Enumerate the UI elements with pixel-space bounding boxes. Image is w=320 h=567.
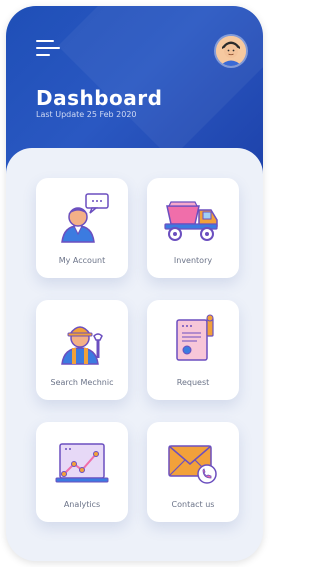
request-label: Request	[176, 378, 210, 387]
my-account-label: My Account	[58, 256, 106, 265]
last-update-text: Last Update 25 Feb 2020	[36, 110, 137, 119]
request-document-icon	[163, 314, 223, 366]
analytics-chart-icon	[52, 436, 112, 488]
inventory-label: Inventory	[173, 256, 213, 265]
search-mechanic-card[interactable]: Search Mechnic	[36, 300, 128, 400]
contact-us-card[interactable]: Contact us	[147, 422, 239, 522]
user-avatar-icon[interactable]	[216, 36, 246, 66]
analytics-label: Analytics	[63, 500, 101, 509]
search-mechanic-label: Search Mechnic	[50, 378, 114, 387]
inventory-card[interactable]: Inventory	[147, 178, 239, 278]
hamburger-menu-icon[interactable]	[36, 40, 60, 58]
my-account-card[interactable]: My Account	[36, 178, 128, 278]
analytics-card[interactable]: Analytics	[36, 422, 128, 522]
header-decoration	[57, 6, 263, 160]
mechanic-icon	[52, 314, 112, 366]
mail-phone-icon	[163, 436, 223, 488]
app-screen: Dashboard Last Update 25 Feb 2020 My Acc…	[6, 6, 263, 561]
contact-us-label: Contact us	[171, 500, 215, 509]
dump-truck-icon	[163, 192, 223, 244]
page-title: Dashboard	[36, 86, 163, 110]
user-chat-icon	[52, 192, 112, 244]
request-card[interactable]: Request	[147, 300, 239, 400]
